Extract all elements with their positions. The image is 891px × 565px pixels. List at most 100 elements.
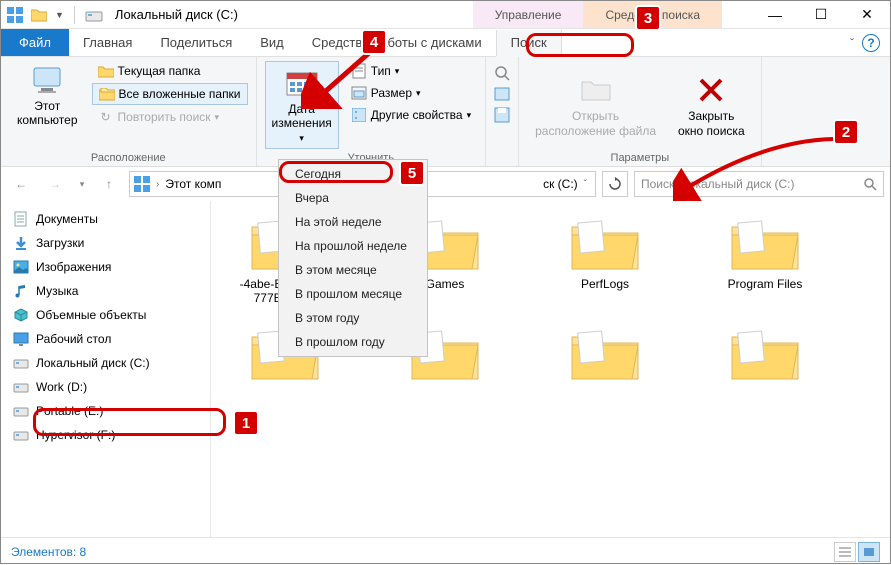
sidebar-item-7[interactable]: Work (D:) [5, 375, 206, 399]
callout-badge-2: 2 [833, 119, 859, 145]
folder-icon [728, 325, 802, 383]
close-search-button[interactable]: Закрыть окно поиска [670, 71, 753, 140]
status-bar: Элементов: 8 [1, 537, 890, 565]
ribbon-tabs: Файл Главная Поделиться Вид Средства раб… [1, 29, 890, 57]
up-button[interactable]: ↑ [95, 170, 123, 198]
save-search-icon[interactable] [494, 107, 510, 123]
current-folder-button[interactable]: Текущая папка [92, 61, 248, 81]
calendar-icon [285, 66, 319, 100]
date-modified-button[interactable]: Дата изменения ▾ [265, 61, 339, 149]
qat-dropdown-icon[interactable]: ▼ [55, 10, 64, 20]
icons-view-button[interactable] [858, 542, 880, 562]
folder-open-icon [579, 73, 613, 107]
tabbar-spacer [562, 29, 850, 56]
folder-icon [568, 215, 642, 273]
dd-last-week[interactable]: На прошлой неделе [281, 234, 425, 258]
group-label-location: Расположение [9, 150, 248, 164]
sidebar-item-8[interactable]: Portable (E:) [5, 399, 206, 423]
title-bar: ▼ Локальный диск (C:) Управление Средств… [1, 1, 890, 29]
sidebar-item-5[interactable]: Рабочий стол [5, 327, 206, 351]
breadcrumb-root[interactable]: Этот комп [165, 177, 221, 191]
drive-icon [13, 355, 29, 371]
sidebar-item-1[interactable]: Загрузки [5, 231, 206, 255]
ribbon: Этот компьютер Текущая папка Все вложенн… [1, 57, 890, 167]
search-input[interactable]: Поиск: Локальный диск (C:) [634, 171, 884, 197]
context-tabs: Управление Средства поиска [473, 1, 722, 28]
other-props-button[interactable]: Другие свойства ▾ [345, 105, 477, 125]
sidebar-item-label: Объемные объекты [36, 308, 146, 322]
folder-item[interactable] [705, 325, 825, 387]
tab-share[interactable]: Поделиться [146, 29, 246, 56]
context-tab-manage[interactable]: Управление [473, 1, 584, 28]
folder-item[interactable]: Program Files [705, 215, 825, 305]
sidebar-item-label: Portable (E:) [36, 404, 103, 418]
search-again-button[interactable]: ↻Повторить поиск ▾ [92, 107, 248, 127]
content-area: ДокументыЗагрузкиИзображенияМузыка Объемн… [1, 201, 890, 537]
advanced-options-icon[interactable] [494, 87, 510, 101]
dd-this-week[interactable]: На этой неделе [281, 210, 425, 234]
type-button[interactable]: Тип ▾ [345, 61, 477, 81]
view-toggles [834, 542, 880, 562]
folder-icon [728, 215, 802, 273]
dd-this-year[interactable]: В этом году [281, 306, 425, 330]
all-subfolders-button[interactable]: Все вложенные папки [92, 83, 248, 105]
img-icon [13, 259, 29, 275]
tab-search[interactable]: Поиск [496, 30, 562, 57]
window-title: Локальный диск (C:) [115, 7, 238, 22]
search-icon [863, 177, 877, 191]
refresh-button[interactable] [602, 171, 628, 197]
sidebar-item-0[interactable]: Документы [5, 207, 206, 231]
collapse-ribbon-icon[interactable]: ˇ [850, 36, 854, 50]
address-row: ← → ▾ ↑ › Этот комп ск (C:) ˇ Поиск: Лок… [1, 167, 890, 201]
callout-badge-3: 3 [635, 5, 661, 31]
ribbon-group-params: Открыть расположение файла Закрыть окно … [519, 57, 762, 166]
minimize-button[interactable]: — [752, 1, 798, 29]
chevron-right-icon[interactable]: › [156, 179, 159, 190]
folder-item[interactable]: PerfLogs [545, 215, 665, 305]
size-button[interactable]: Размер ▾ [345, 83, 477, 103]
tab-home[interactable]: Главная [69, 29, 146, 56]
drive-icon [13, 403, 29, 419]
sidebar-item-label: Локальный диск (C:) [36, 356, 150, 370]
folder-item[interactable] [545, 325, 665, 387]
properties-icon [351, 107, 367, 123]
help-button[interactable]: ? [862, 34, 880, 52]
type-icon [351, 63, 367, 79]
dd-this-month[interactable]: В этом месяце [281, 258, 425, 282]
folder-name: PerfLogs [581, 277, 629, 291]
tab-file[interactable]: Файл [1, 29, 69, 56]
sidebar-item-4[interactable]: Объемные объекты [5, 303, 206, 327]
close-button[interactable]: ✕ [844, 1, 890, 29]
recent-button[interactable]: ▾ [75, 170, 89, 198]
sidebar-item-3[interactable]: Музыка [5, 279, 206, 303]
back-button[interactable]: ← [7, 170, 35, 198]
quick-access-toolbar: ▼ Локальный диск (C:) [1, 6, 238, 24]
dd-yesterday[interactable]: Вчера [281, 186, 425, 210]
drive-icon [13, 427, 29, 443]
breadcrumb-current[interactable]: ск (C:) [543, 177, 578, 191]
sidebar-item-label: Hypervisor (F:) [36, 428, 115, 442]
chevron-down-icon[interactable]: ˇ [584, 179, 587, 190]
sidebar-item-label: Рабочий стол [36, 332, 111, 346]
maximize-button[interactable]: ☐ [798, 1, 844, 29]
folder-icon [568, 325, 642, 383]
callout-badge-1: 1 [233, 410, 259, 436]
dd-last-month[interactable]: В прошлом месяце [281, 282, 425, 306]
tab-disks[interactable]: Средства работы с дисками [298, 29, 496, 56]
folders-icon [99, 86, 115, 102]
sidebar-item-label: Work (D:) [36, 380, 87, 394]
date-filter-dropdown: Сегодня Вчера На этой неделе На прошлой … [278, 159, 428, 357]
refresh-icon: ↻ [98, 109, 114, 125]
this-computer-button[interactable]: Этот компьютер [9, 61, 86, 130]
forward-button[interactable]: → [41, 170, 69, 198]
ribbon-group-location: Этот компьютер Текущая папка Все вложенн… [1, 57, 257, 166]
folder-name: Games [426, 277, 465, 291]
details-view-button[interactable] [834, 542, 856, 562]
sidebar-item-9[interactable]: Hypervisor (F:) [5, 423, 206, 447]
recent-searches-icon[interactable] [494, 65, 510, 81]
3d-icon [13, 307, 29, 323]
dd-last-year[interactable]: В прошлом году [281, 330, 425, 354]
tab-view[interactable]: Вид [246, 29, 298, 56]
sidebar-item-2[interactable]: Изображения [5, 255, 206, 279]
sidebar-item-6[interactable]: Локальный диск (C:) [5, 351, 206, 375]
